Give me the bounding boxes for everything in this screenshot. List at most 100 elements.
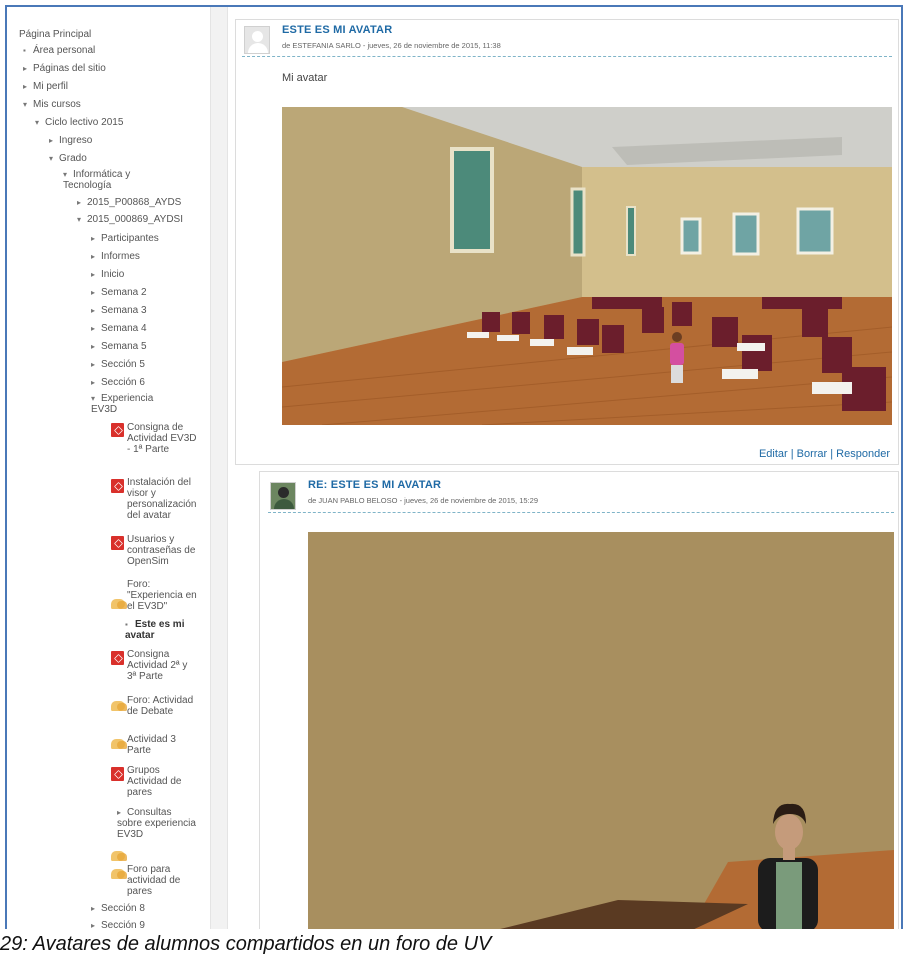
forum-reply: RE: ESTE ES MI AVATAR de JUAN PABLO BELO… [259,471,899,929]
pdf-icon [111,536,124,550]
nav-course-869[interactable]: ▾ 2015_000869_AYDSI [77,214,183,225]
nav-my-courses[interactable]: ▾ Mis cursos [23,99,81,110]
post-meta: de JUAN PABLO BELOSO - jueves, 26 de nov… [308,496,538,505]
separator [242,56,892,57]
nav-home[interactable]: Página Principal [19,29,91,40]
nav-label: Consigna Actividad 2ª y 3ª Parte [127,649,188,682]
nav-foro-pares[interactable]: Foro para actividad de pares [127,864,197,897]
nav-label: Área personal [33,45,96,56]
chevron-down-icon: ▾ [77,215,82,224]
navigation-sidebar: Página Principal ▪ Área personal ▸ Páginas… [7,7,207,929]
bullet-icon: ▪ [23,46,26,55]
pdf-icon [111,651,124,665]
nav-actividad-3[interactable]: Actividad 3 Parte [127,734,197,756]
nav-label: Mi perfil [33,81,69,92]
nav-informatica[interactable]: ▾ Informática y Tecnología [63,169,143,191]
nav-ingreso[interactable]: ▸ Ingreso [49,135,92,146]
chevron-right-icon: ▸ [91,921,96,929]
nav-label: Foro: Actividad de Debate [127,695,194,717]
nav-label: Semana 5 [101,341,147,352]
nav-consigna-2[interactable]: Consigna Actividad 2ª y 3ª Parte [127,649,199,682]
nav-week-4[interactable]: ▸ Semana 4 [91,323,147,334]
chevron-right-icon: ▸ [117,808,122,817]
nav-section-9[interactable]: ▸ Sección 9 [91,920,145,929]
nav-site-pages[interactable]: ▸ Páginas del sitio [23,63,106,74]
nav-foro-experiencia[interactable]: Foro: "Experiencia en el EV3D" [127,579,199,612]
figure-caption: 29: Avatares de alumnos compartidos en u… [0,933,492,955]
nav-label: Ciclo lectivo 2015 [45,117,124,128]
nav-label: Mis cursos [33,99,81,110]
chevron-right-icon: ▸ [77,198,82,207]
nav-cycle-2015[interactable]: ▾ Ciclo lectivo 2015 [35,117,123,128]
forum-icon [111,701,127,711]
nav-week-5[interactable]: ▸ Semana 5 [91,341,147,352]
nav-label: Sección 5 [101,359,145,370]
nav-week-3[interactable]: ▸ Semana 3 [91,305,147,316]
nav-participants[interactable]: ▸ Participantes [91,233,159,244]
pdf-icon [111,423,124,437]
post-title[interactable]: ESTE ES MI AVATAR [282,24,392,36]
post-actions[interactable]: Editar | Borrar | Responder [759,448,890,460]
chevron-right-icon: ▸ [91,288,96,297]
chevron-right-icon: ▸ [91,904,96,913]
nav-label: Semana 3 [101,305,147,316]
nav-consigna-1[interactable]: Consigna de Actividad EV3D - 1ª Parte [127,422,197,455]
avatar-screenshot [308,532,894,929]
nav-personal-area[interactable]: ▪ Área personal [23,45,95,56]
nav-instalacion[interactable]: Instalación del visor y personalización … [127,477,199,521]
chevron-right-icon: ▸ [23,82,28,91]
nav-label: Participantes [101,233,159,244]
nav-label: Sección 8 [101,903,145,914]
post-meta: de ESTEFANIA SARLO - jueves, 26 de novie… [282,41,501,50]
browser-frame: Página Principal ▪ Área personal ▸ Páginas… [5,5,903,929]
nav-label: Instalación del visor y personalización … [127,477,197,521]
nav-usuarios[interactable]: Usuarios y contraseñas de OpenSim [127,534,197,567]
chevron-right-icon: ▸ [91,324,96,333]
nav-week-2[interactable]: ▸ Semana 2 [91,287,147,298]
nav-my-profile[interactable]: ▸ Mi perfil [23,81,68,92]
chevron-down-icon: ▾ [63,170,68,179]
nav-label: 2015_P00868_AYDS [87,197,182,208]
nav-experiencia-ev3d[interactable]: ▾ Experiencia EV3D [91,393,161,415]
nav-section-6[interactable]: ▸ Sección 6 [91,377,145,388]
chevron-right-icon: ▸ [23,64,28,73]
nav-foro-debate[interactable]: Foro: Actividad de Debate [127,695,197,717]
nav-inicio[interactable]: ▸ Inicio [91,269,124,280]
nav-este-es-mi-avatar[interactable]: ▪ Este es mi avatar [125,619,205,641]
chevron-right-icon: ▸ [91,270,96,279]
nav-label: Actividad 3 Parte [127,734,176,756]
nav-label: Páginas del sitio [33,63,106,74]
nav-consultas[interactable]: ▸ Consultas sobre experiencia EV3D [117,807,199,840]
user-avatar[interactable] [270,482,296,510]
chevron-down-icon: ▾ [49,154,54,163]
nav-label: Ingreso [59,135,93,146]
forum-post: ESTE ES MI AVATAR de ESTEFANIA SARLO - j… [235,19,899,465]
nav-label: Foro para actividad de pares [127,864,181,897]
chevron-right-icon: ▸ [49,136,54,145]
nav-section-8[interactable]: ▸ Sección 8 [91,903,145,914]
nav-label: Sección 9 [101,920,145,929]
nav-label: Sección 6 [101,377,145,388]
nav-home-label: Página Principal [19,29,92,40]
forum-icon [111,869,127,879]
nav-course-868[interactable]: ▸ 2015_P00868_AYDS [77,197,181,208]
nav-label: Usuarios y contraseñas de OpenSim [127,534,196,567]
nav-label: 2015_000869_AYDSI [87,214,184,225]
nav-label: Grado [59,153,87,164]
forum-icon [111,599,127,609]
nav-grupos[interactable]: Grupos Actividad de pares [127,765,197,798]
post-title[interactable]: RE: ESTE ES MI AVATAR [308,479,441,491]
nav-label: Informes [101,251,140,262]
nav-label: Informática y Tecnología [63,169,131,191]
pdf-icon [111,479,124,493]
bullet-icon: ▪ [125,620,128,629]
nav-label: Experiencia EV3D [91,393,154,415]
nav-section-5[interactable]: ▸ Sección 5 [91,359,145,370]
column-divider [210,7,228,929]
nav-grado[interactable]: ▾ Grado [49,153,87,164]
user-avatar[interactable] [244,26,270,54]
chevron-down-icon: ▾ [91,394,96,403]
chevron-right-icon: ▸ [91,378,96,387]
forum-icon [111,739,127,749]
nav-reports[interactable]: ▸ Informes [91,251,140,262]
